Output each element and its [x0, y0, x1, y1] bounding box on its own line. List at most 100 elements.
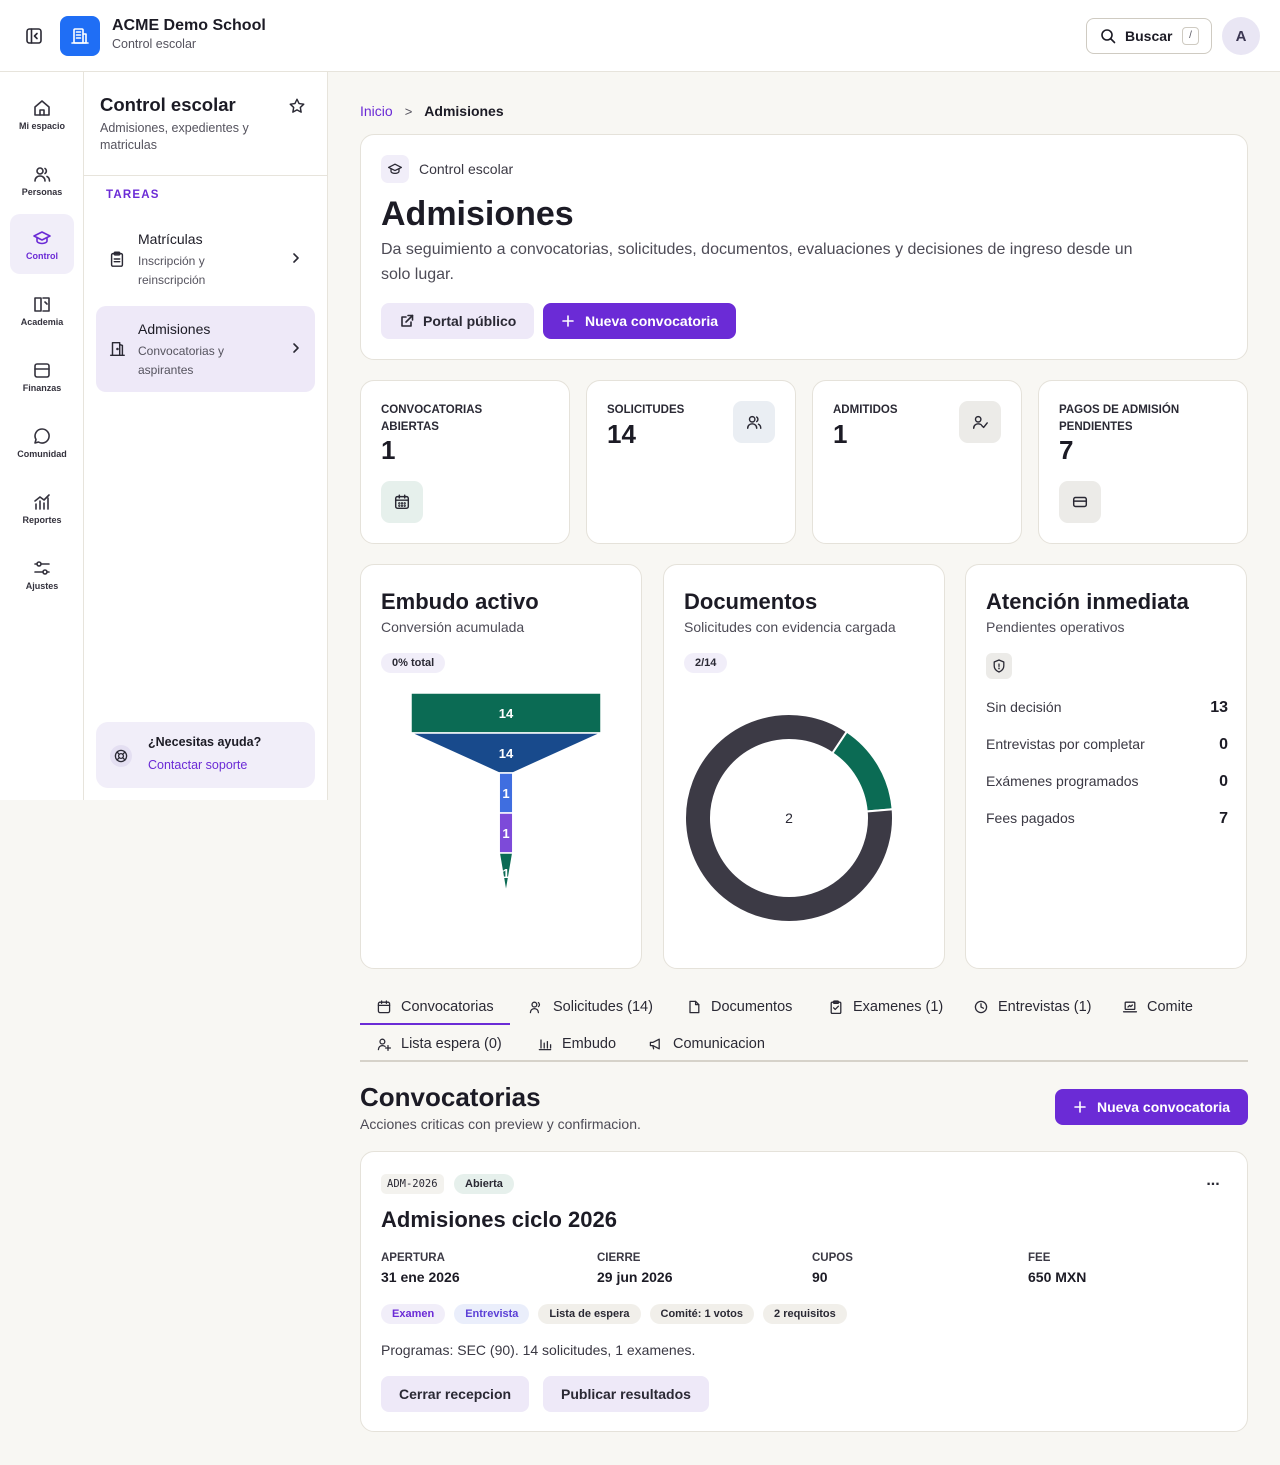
file-icon: [689, 1000, 700, 1013]
breadcrumb-separator: >: [404, 103, 413, 119]
tab-comite[interactable]: Comite: [1122, 988, 1193, 1025]
avatar[interactable]: A: [1222, 17, 1260, 55]
field-label: APERTURA: [381, 1252, 445, 1264]
users-icon: [529, 1001, 541, 1013]
sidebar-item-label: Matrículas: [138, 231, 203, 247]
donut-center-label: 2: [785, 810, 793, 826]
tab-lista-espera[interactable]: Lista espera (0): [376, 1025, 502, 1062]
stat-card-solicitudes: SOLICITUDES 14: [586, 380, 796, 544]
attention-row: Sin decisión 13: [986, 699, 1228, 717]
section-title: Convocatorias: [360, 1082, 541, 1112]
rail-item-finanzas[interactable]: Finanzas: [10, 346, 74, 406]
new-convocatoria-button-secondary[interactable]: Nueva convocatoria: [1055, 1089, 1249, 1125]
tab-convocatorias[interactable]: Convocatorias: [360, 988, 510, 1025]
user-check-icon: [959, 401, 1001, 443]
tab-examenes[interactable]: Examenes (1): [828, 988, 943, 1025]
tab-documentos[interactable]: Documentos: [686, 988, 792, 1025]
star-icon[interactable]: [288, 97, 306, 115]
publish-results-button[interactable]: Publicar resultados: [543, 1376, 709, 1412]
clipboard-icon: [110, 251, 124, 267]
tab-label: Lista espera (0): [401, 1035, 502, 1052]
field-value: 650 MXN: [1028, 1269, 1087, 1285]
rail-item-control[interactable]: Control: [10, 214, 74, 274]
sidebar-description: Admisiones, expedientes y matriculas: [100, 121, 249, 152]
search-button[interactable]: Buscar /: [1086, 18, 1212, 54]
graduation-cap-icon: [33, 230, 51, 244]
chevron-right-icon: [293, 253, 299, 263]
attention-value: 0: [1219, 736, 1228, 753]
tab-solicitudes[interactable]: Solicitudes (14): [528, 988, 653, 1025]
search-label: Buscar: [1125, 28, 1173, 44]
close-reception-button[interactable]: Cerrar recepcion: [381, 1376, 530, 1412]
rail-label: Control: [26, 250, 58, 261]
breadcrumb: Inicio > Admisiones: [360, 103, 504, 119]
rail-item-academia[interactable]: Academia: [10, 280, 74, 340]
more-options-button[interactable]: ...: [1201, 1173, 1225, 1192]
plus-icon: [562, 315, 574, 327]
stat-label: CONVOCATORIAS ABIERTAS: [381, 404, 483, 433]
tab-comunicacion[interactable]: Comunicacion: [648, 1025, 765, 1062]
school-logo-icon: [60, 16, 100, 56]
attention-panel: Atención inmediata Pendientes operativos…: [965, 564, 1247, 969]
convocatoria-card: ADM-2026 Abierta ... Admisiones ciclo 20…: [360, 1151, 1248, 1432]
sidebar-toggle-icon[interactable]: [24, 26, 44, 46]
field-fee: FEE 650 MXN: [1028, 1252, 1086, 1285]
tab-label: Solicitudes (14): [553, 998, 653, 1015]
rail-item-mi-espacio[interactable]: Mi espacio: [10, 84, 74, 144]
users-icon: [34, 166, 51, 182]
wallet-icon: [34, 362, 50, 378]
tab-label: Documentos: [711, 998, 793, 1015]
field-value: 90: [812, 1269, 828, 1285]
tab-label: Convocatorias: [401, 998, 494, 1015]
attention-row: Entrevistas por completar 0: [986, 736, 1228, 754]
stat-value: 1: [381, 435, 396, 465]
funnel-stage-label: 14: [499, 706, 514, 721]
publish-results-label: Publicar resultados: [561, 1386, 691, 1402]
chip-entrevista: Entrevista: [454, 1304, 530, 1324]
rail-item-comunidad[interactable]: Comunidad: [10, 412, 74, 472]
lifebuoy-icon: [110, 745, 132, 767]
chip-lista-espera: Lista de espera: [538, 1304, 641, 1324]
new-convocatoria-label: Nueva convocatoria: [1097, 1099, 1231, 1115]
panel-subtitle: Pendientes operativos: [986, 619, 1125, 635]
public-portal-label: Portal público: [423, 313, 517, 329]
field-apertura: APERTURA 31 ene 2026: [381, 1252, 460, 1285]
field-value: 31 ene 2026: [381, 1269, 460, 1285]
stat-value: 7: [1059, 435, 1074, 465]
stat-value: 14: [607, 419, 636, 449]
rail-label: Finanzas: [22, 382, 62, 393]
stat-card-pagos: PAGOS DE ADMISIÓN PENDIENTES 7: [1038, 380, 1248, 544]
contact-support-link[interactable]: Contactar soporte: [148, 758, 247, 772]
new-convocatoria-button[interactable]: Nueva convocatoria: [543, 303, 737, 339]
panel-subtitle: Solicitudes con evidencia cargada: [684, 619, 896, 635]
top-bar: ACME Demo School Control escolar Buscar …: [0, 0, 1280, 72]
sliders-icon: [34, 560, 50, 575]
calendar-icon: [381, 481, 423, 523]
rail-label: Comunidad: [17, 448, 67, 459]
rail-item-ajustes[interactable]: Ajustes: [10, 544, 74, 604]
rail-label: Mi espacio: [18, 120, 65, 131]
chip-examen: Examen: [381, 1304, 446, 1324]
sidebar-item-admisiones[interactable]: Admisiones Convocatorias y aspirantes: [96, 306, 315, 392]
sidebar-item-label: Admisiones: [138, 321, 211, 337]
breadcrumb-home-link[interactable]: Inicio: [360, 103, 393, 119]
page-description: Da seguimiento a convocatorias, solicitu…: [381, 241, 1133, 283]
attention-label: Fees pagados: [986, 810, 1075, 826]
shield-icon: [986, 653, 1012, 679]
help-box: ¿Necesitas ayuda? Contactar soporte: [96, 722, 315, 788]
attention-label: Entrevistas por completar: [986, 736, 1145, 752]
documents-ratio-badge: 2/14: [684, 653, 728, 673]
breadcrumb-current: Admisiones: [424, 103, 504, 119]
rail-item-reportes[interactable]: Reportes: [10, 478, 74, 538]
conversion-badge: 0% total: [381, 653, 446, 673]
status-badge: Abierta: [454, 1174, 514, 1194]
tab-entrevistas[interactable]: Entrevistas (1): [973, 988, 1091, 1025]
sidebar-item-matriculas[interactable]: Matrículas Inscripción y reinscripción: [96, 216, 315, 302]
chip-requisitos: 2 requisitos: [763, 1304, 847, 1324]
public-portal-button[interactable]: Portal público: [381, 303, 535, 339]
rail-item-personas[interactable]: Personas: [10, 150, 74, 210]
convocatoria-title: Admisiones ciclo 2026: [381, 1207, 617, 1232]
tab-embudo[interactable]: Embudo: [537, 1025, 616, 1062]
section-label: TAREAS: [106, 189, 160, 201]
bar-chart-icon: [538, 1038, 552, 1050]
